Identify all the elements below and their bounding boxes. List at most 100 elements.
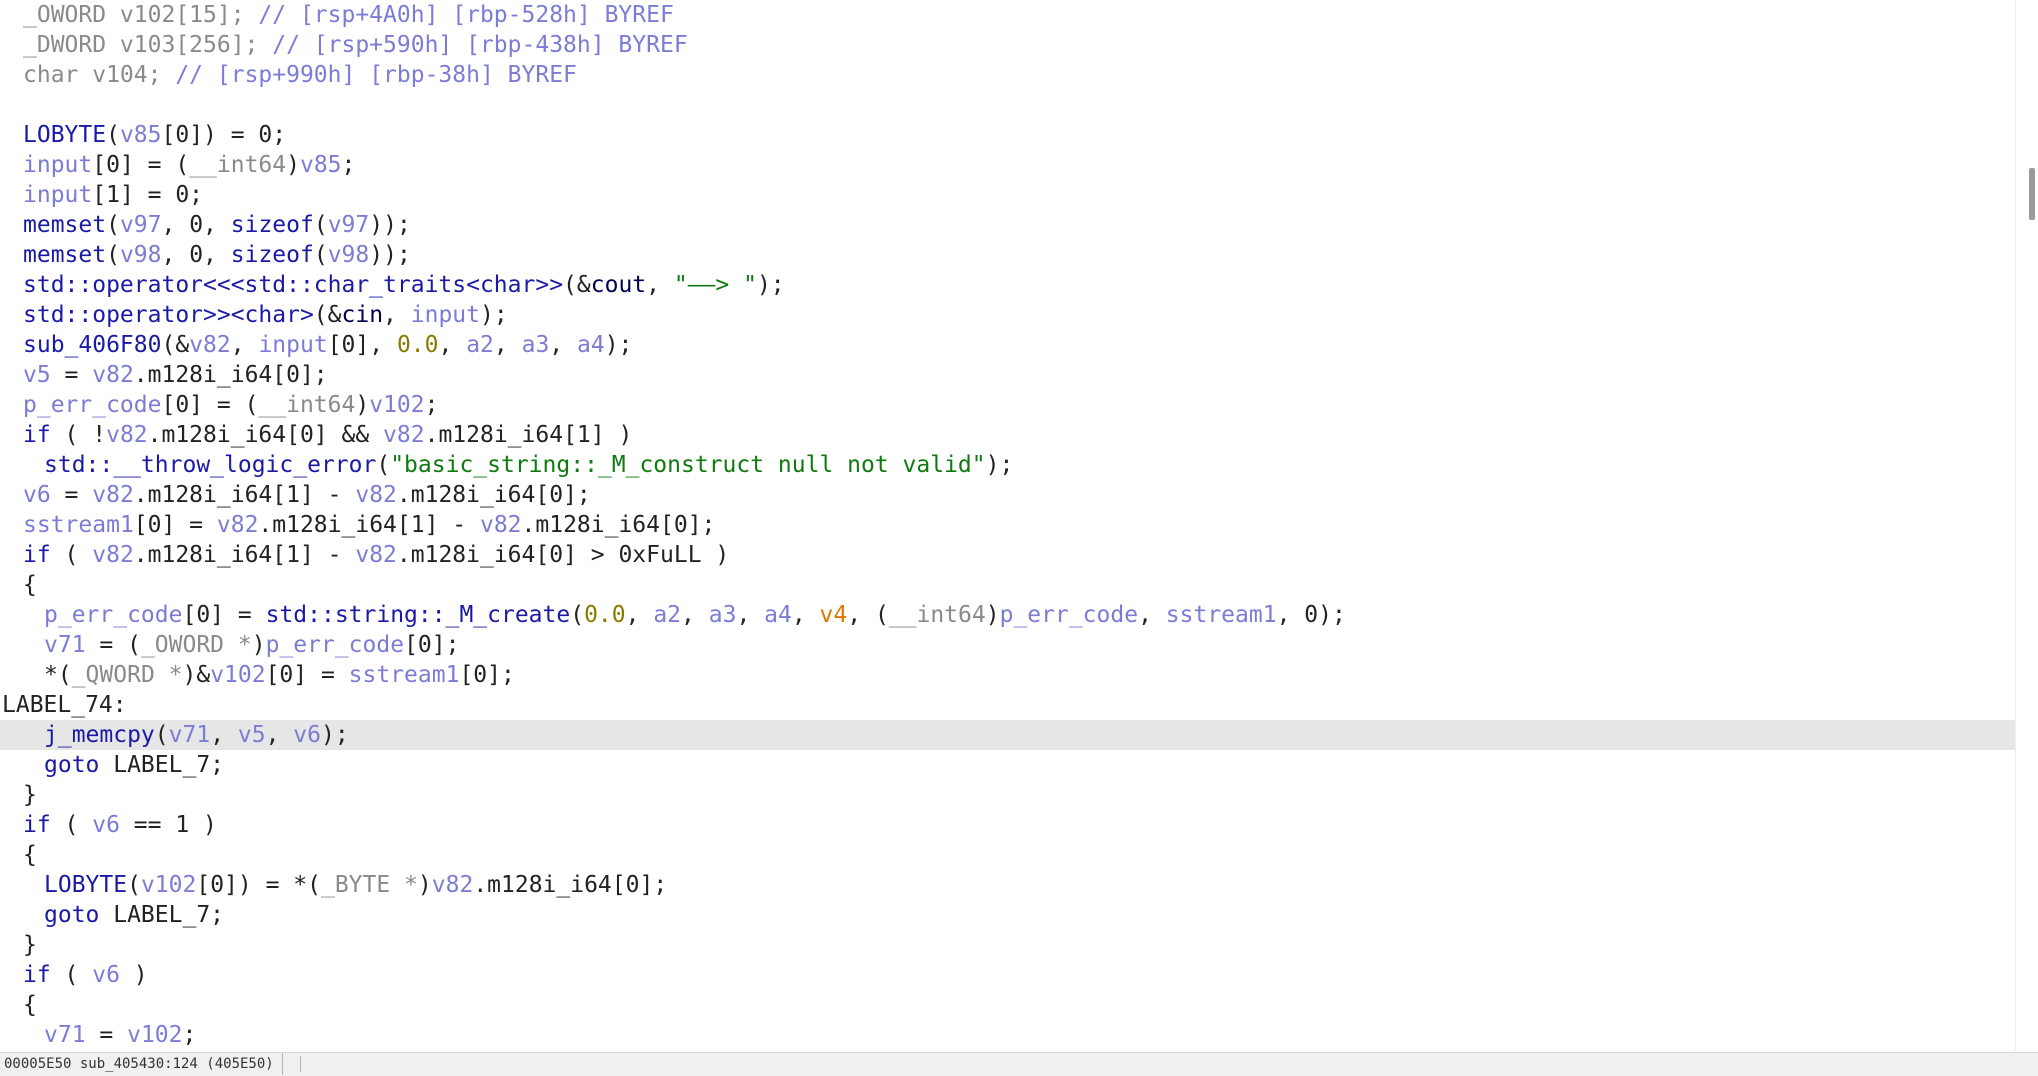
- code-line[interactable]: }: [0, 930, 2016, 960]
- code-token: cin: [341, 302, 384, 328]
- code-line[interactable]: input[1] = 0;: [0, 180, 2016, 210]
- code-line[interactable]: {: [0, 570, 2016, 600]
- code-line[interactable]: *(_QWORD *)&v102[0] = sstream1[0];: [0, 660, 2016, 690]
- code-line[interactable]: p_err_code[0] = std::string::_M_create(0…: [0, 600, 2016, 630]
- code-token: =: [50, 482, 93, 508]
- pseudocode-view[interactable]: _OWORD v102[15]; // [rsp+4A0h] [rbp-528h…: [0, 0, 2016, 1052]
- code-line[interactable]: v71 = v102;: [0, 1020, 2016, 1050]
- code-line[interactable]: LOBYTE(v102[0]) = *(_BYTE *)v82.m128i_i6…: [0, 870, 2016, 900]
- code-line[interactable]: if ( !v82.m128i_i64[0] && v82.m128i_i64[…: [0, 420, 2016, 450]
- code-token: v4: [819, 602, 848, 628]
- code-token: __int64: [888, 602, 986, 628]
- pseudocode-window: _OWORD v102[15]; // [rsp+4A0h] [rbp-528h…: [0, 0, 2038, 1076]
- code-token: .m128i_i64[1] ): [424, 422, 633, 448]
- code-line[interactable]: }: [0, 780, 2016, 810]
- code-token: v102: [140, 872, 197, 898]
- code-line[interactable]: v6 = v82.m128i_i64[1] - v82.m128i_i64[0]…: [0, 480, 2016, 510]
- code-token: [0] = (: [161, 392, 259, 418]
- code-token: {: [23, 572, 37, 598]
- code-token: ): [119, 962, 148, 988]
- code-token: sub_406F80: [23, 332, 162, 358]
- code-line[interactable]: v5 = v82.m128i_i64[0];: [0, 360, 2016, 390]
- scrollbar-thumb[interactable]: [2029, 168, 2035, 220]
- code-line[interactable]: std::operator<<<std::char_traits<char>>(…: [0, 270, 2016, 300]
- code-token: char v104;: [23, 62, 176, 88]
- code-token: [0] =: [182, 602, 266, 628]
- code-token: p_err_code: [999, 602, 1139, 628]
- code-token: {: [23, 992, 37, 1018]
- code-token: v85: [299, 152, 342, 178]
- code-token: ,: [438, 332, 467, 358]
- code-line[interactable]: memset(v97, 0, sizeof(v97));: [0, 210, 2016, 240]
- code-token: , (: [847, 602, 889, 628]
- code-token: [1] = 0;: [92, 182, 204, 208]
- code-token: __int64: [258, 392, 356, 418]
- code-token: .m128i_i64[1] -: [133, 542, 356, 568]
- code-line[interactable]: v71 = (_OWORD *)p_err_code[0];: [0, 630, 2016, 660]
- code-token: (&: [563, 272, 591, 298]
- code-token: , 0,: [161, 242, 231, 268]
- code-token: (: [106, 242, 120, 268]
- code-token: (&: [313, 302, 342, 328]
- code-token: LABEL_7;: [99, 752, 225, 778]
- code-token: ,: [736, 602, 765, 628]
- status-bar: 00005E50 sub_405430:124 (405E50): [0, 1052, 2038, 1076]
- code-token: v102: [369, 392, 425, 418]
- code-token: goto: [44, 752, 100, 778]
- code-line[interactable]: std::operator>><char>(&cin, input);: [0, 300, 2016, 330]
- code-token: // [rsp+590h] [rbp-438h] BYREF: [272, 32, 688, 58]
- code-line[interactable]: LABEL_74:: [0, 690, 2016, 720]
- code-token: p_err_code: [265, 632, 405, 658]
- code-line[interactable]: if ( v82.m128i_i64[1] - v82.m128i_i64[0]…: [0, 540, 2016, 570]
- code-token: a4: [577, 332, 605, 358]
- code-line[interactable]: memset(v98, 0, sizeof(v98));: [0, 240, 2016, 270]
- code-line[interactable]: std::__throw_logic_error("basic_string::…: [0, 450, 2016, 480]
- code-token: {: [23, 842, 37, 868]
- code-token: .m128i_i64[0];: [133, 362, 328, 388]
- code-token: v6: [23, 482, 51, 508]
- code-line[interactable]: sstream1[0] = v82.m128i_i64[1] - v82.m12…: [0, 510, 2016, 540]
- code-line[interactable]: [0, 90, 2016, 120]
- code-token: a2: [466, 332, 494, 358]
- code-token: ,: [791, 602, 820, 628]
- code-line[interactable]: {: [0, 990, 2016, 1020]
- code-token: v98: [119, 242, 162, 268]
- code-line[interactable]: LOBYTE(v85[0]) = 0;: [0, 120, 2016, 150]
- code-token: v82: [431, 872, 474, 898]
- code-token: ( !: [50, 422, 107, 448]
- code-line[interactable]: input[0] = (__int64)v85;: [0, 150, 2016, 180]
- code-token: [0] =: [133, 512, 217, 538]
- code-token: 0.0: [396, 332, 439, 358]
- code-token: (: [50, 812, 93, 838]
- code-line[interactable]: goto LABEL_7;: [0, 750, 2016, 780]
- code-token: (: [50, 542, 93, 568]
- code-line[interactable]: _OWORD v102[15]; // [rsp+4A0h] [rbp-528h…: [0, 0, 2016, 30]
- code-token: "——> ": [673, 272, 757, 298]
- status-location: 00005E50 sub_405430:124 (405E50): [4, 1053, 283, 1075]
- code-token: [0]) = *(: [196, 872, 321, 898]
- code-token: sstream1: [348, 662, 460, 688]
- code-token: ;: [424, 392, 439, 418]
- code-line[interactable]: if ( v6 == 1 ): [0, 810, 2016, 840]
- code-token: ,: [493, 332, 522, 358]
- code-line-current[interactable]: j_memcpy(v71, v5, v6);: [0, 720, 2016, 750]
- code-token: input: [23, 182, 93, 208]
- code-token: }: [23, 782, 37, 808]
- code-token: [0]) = 0;: [161, 122, 287, 148]
- code-line[interactable]: if ( v6 ): [0, 960, 2016, 990]
- status-divider: [300, 1056, 301, 1072]
- code-token: a2: [653, 602, 682, 628]
- code-token: v82: [189, 332, 231, 358]
- code-line[interactable]: goto LABEL_7;: [0, 900, 2016, 930]
- code-line[interactable]: char v104; // [rsp+990h] [rbp-38h] BYREF: [0, 60, 2016, 90]
- code-token: ,: [681, 602, 709, 628]
- vertical-scrollbar[interactable]: [2015, 0, 2038, 1052]
- code-line[interactable]: p_err_code[0] = (__int64)v102;: [0, 390, 2016, 420]
- code-line[interactable]: {: [0, 840, 2016, 870]
- code-token: std::__throw_logic_error: [44, 452, 377, 478]
- code-line[interactable]: sub_406F80(&v82, input[0], 0.0, a2, a3, …: [0, 330, 2016, 360]
- code-line[interactable]: _DWORD v103[256]; // [rsp+590h] [rbp-438…: [0, 30, 2016, 60]
- code-token: );: [321, 722, 349, 748]
- code-token: if: [23, 542, 51, 568]
- code-token: "basic_string::_M_construct null not val…: [390, 452, 986, 478]
